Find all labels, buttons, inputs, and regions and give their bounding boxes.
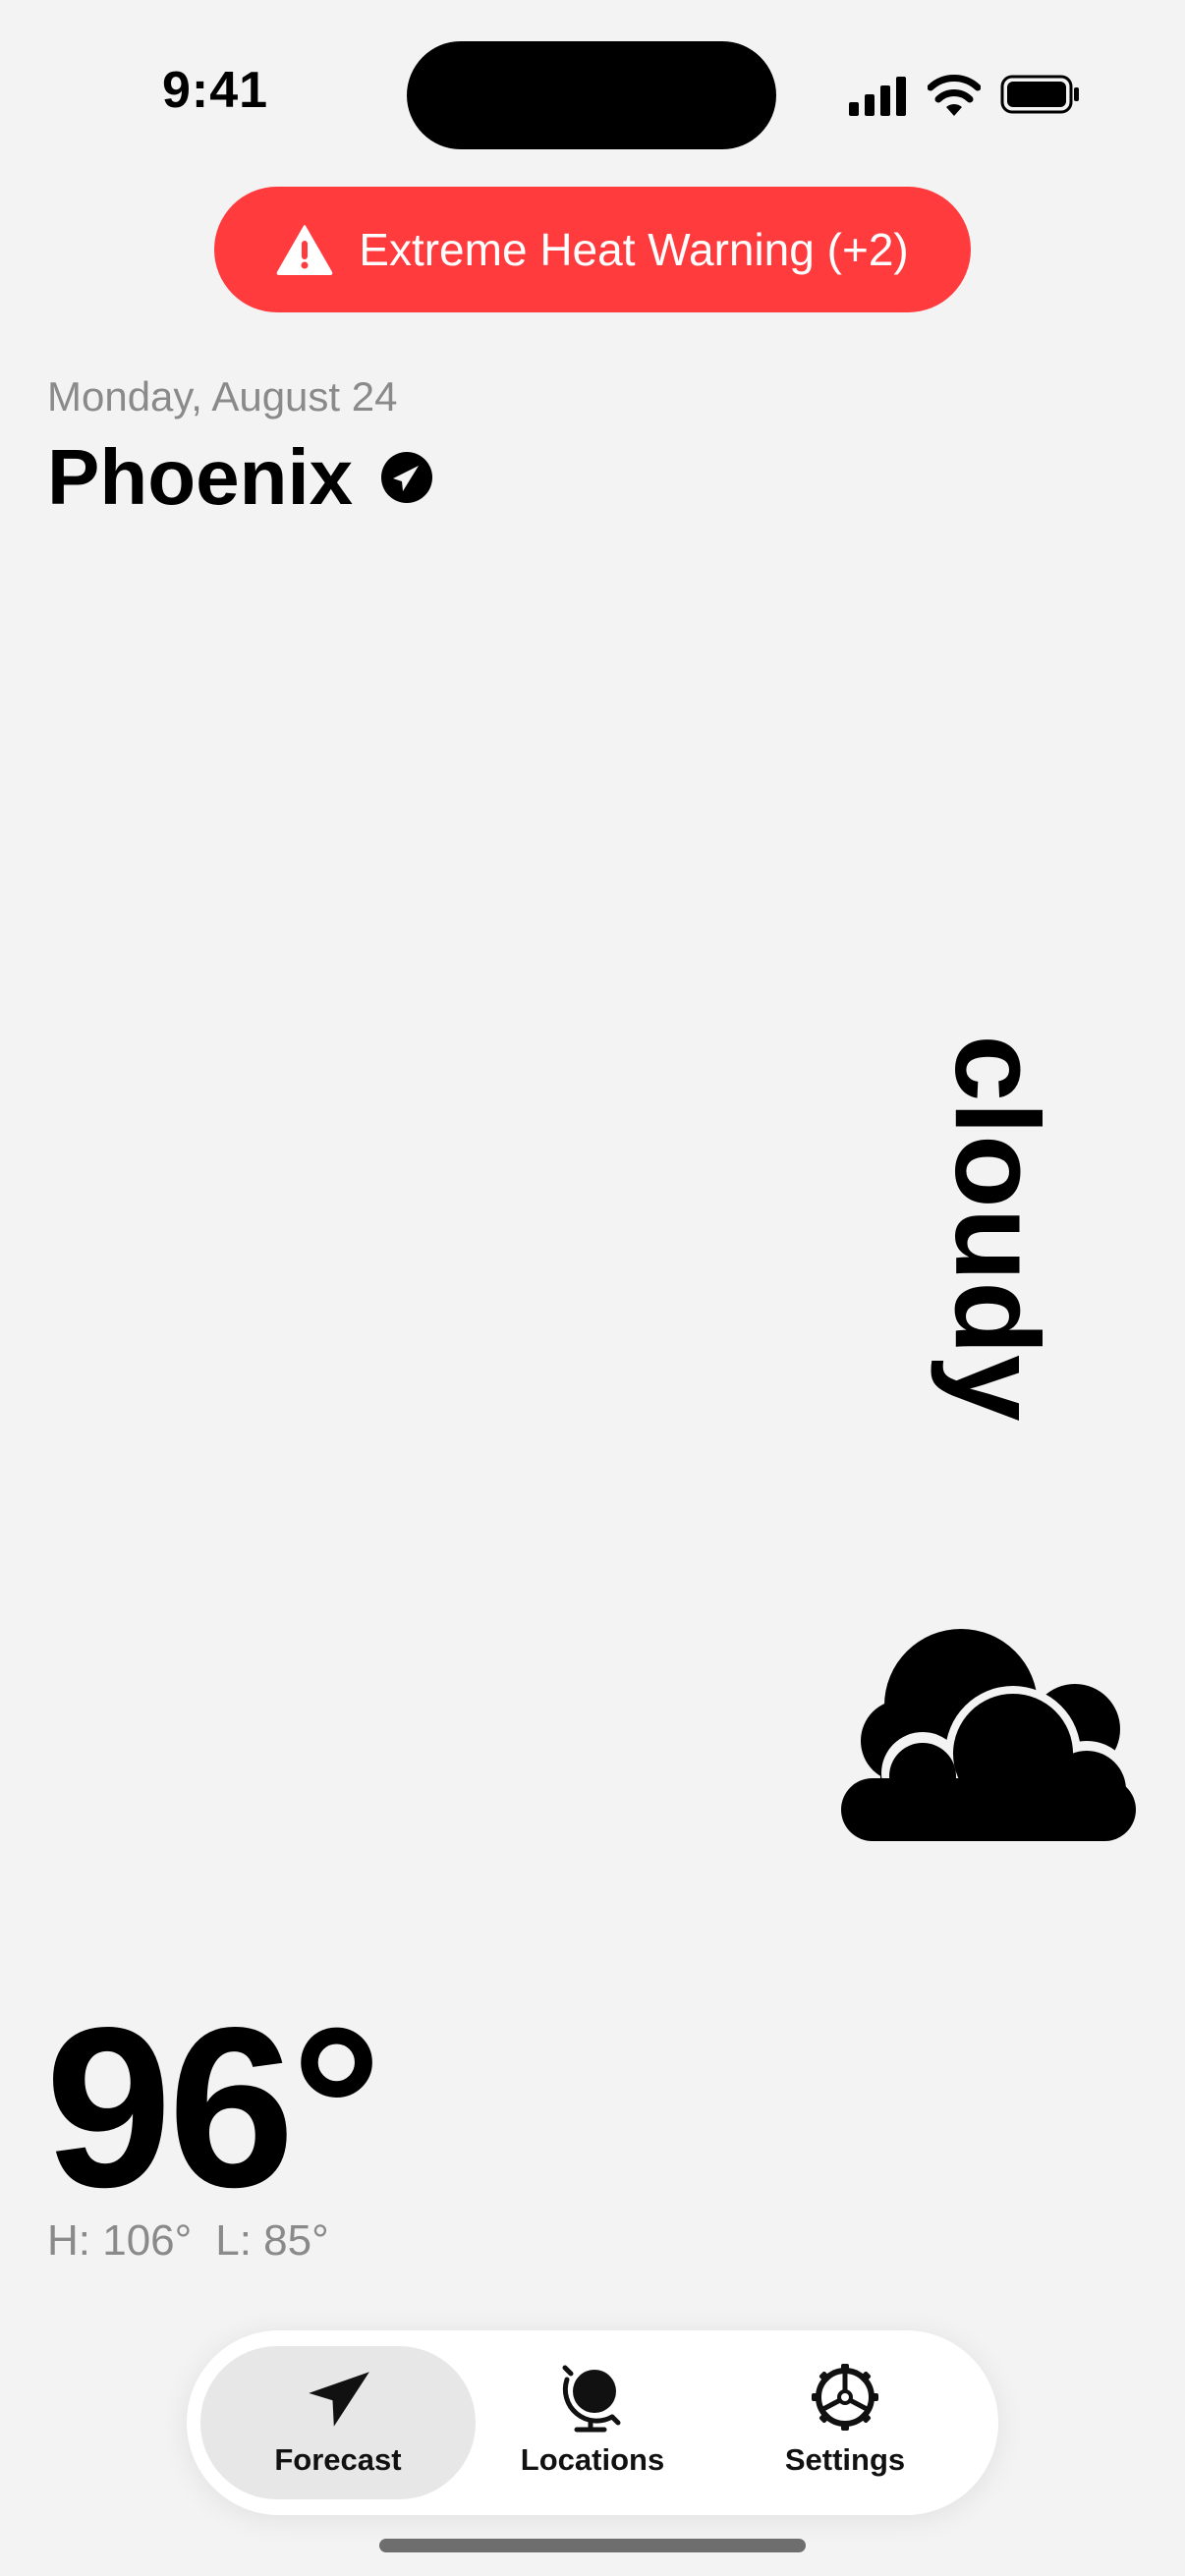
current-temperature: 96° xyxy=(45,1981,382,2235)
location-arrow-icon xyxy=(381,452,433,503)
signal-icon xyxy=(849,77,906,116)
tab-bar: Forecast Locations Settings xyxy=(187,2330,998,2515)
wifi-icon xyxy=(928,75,981,116)
weather-condition: cloudy xyxy=(931,1035,1064,1422)
high-low-temperatures: H: 106° L: 85° xyxy=(47,2216,329,2266)
dynamic-island xyxy=(407,41,776,149)
navigation-arrow-icon xyxy=(309,2372,369,2427)
status-time: 9:41 xyxy=(162,62,269,119)
city-name: Phoenix xyxy=(47,433,354,521)
tab-locations[interactable]: Locations xyxy=(455,2346,730,2499)
low-temperature: L: 85° xyxy=(215,2216,329,2265)
battery-icon xyxy=(1000,75,1079,114)
tab-settings[interactable]: Settings xyxy=(707,2346,983,2499)
globe-icon xyxy=(562,2365,621,2433)
tab-forecast[interactable]: Forecast xyxy=(200,2346,476,2499)
city-header: Phoenix xyxy=(47,432,433,523)
heat-warning-alert[interactable]: Extreme Heat Warning (+2) xyxy=(214,187,971,312)
date-label: Monday, August 24 xyxy=(47,373,398,420)
gear-icon xyxy=(812,2364,878,2431)
tab-label: Settings xyxy=(784,2442,906,2477)
high-temperature: H: 106° xyxy=(47,2216,193,2265)
tab-label: Locations xyxy=(520,2442,665,2477)
tab-label: Forecast xyxy=(274,2442,402,2477)
home-indicator[interactable] xyxy=(379,2539,806,2552)
alert-label: Extreme Heat Warning (+2) xyxy=(359,224,909,275)
cloud-icon xyxy=(841,1629,1136,1841)
warning-icon xyxy=(276,225,333,275)
